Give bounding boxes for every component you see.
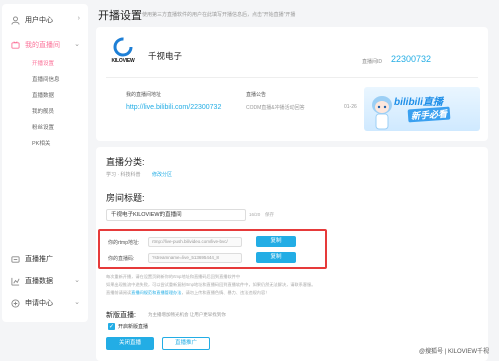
note-rules-prefix: 直播前请阅读 xyxy=(106,290,132,295)
checkbox-label: 开启新版直播 xyxy=(118,324,149,330)
chevron-down-icon: ⌄ xyxy=(74,277,80,284)
sidebar-item-pk[interactable]: PK相关 xyxy=(2,136,88,152)
user-icon xyxy=(10,15,20,25)
close-live-button[interactable]: 关闭直播 xyxy=(106,337,154,350)
sidebar-group-my-live-room[interactable]: 我的直播间 ⌄ xyxy=(2,34,88,56)
rtmp-address-field[interactable]: rtmp://live-push.bilivideo.com/live-bvc/ xyxy=(148,237,242,247)
copy-key-button[interactable]: 复制 xyxy=(256,252,296,263)
logo-text: KILOVIEW xyxy=(111,57,135,64)
notice-label: 直播公告 xyxy=(246,92,267,98)
notice-date: 01-26 xyxy=(344,104,357,110)
watermark: @搜狐号 | KILOVIEW千视 xyxy=(419,349,489,355)
newbie-guide-banner[interactable]: bilibili直播 新手必看 xyxy=(364,87,480,131)
divider xyxy=(106,77,478,78)
note-refresh: 每次重新开播，请在设置页刷新你的rtmp地址和直播码后回到直播软件中 xyxy=(106,274,241,279)
apply-icon xyxy=(10,298,20,308)
room-info-card: KILOVIEW 千视电子 直播间ID 22300732 我的直播间地址 htt… xyxy=(96,27,488,141)
sidebar-item-fan-settings[interactable]: 粉丝设置 xyxy=(2,120,88,136)
title-char-count: 16/20 xyxy=(249,212,261,217)
note-rules-suffix: ，请勿上传和直播色情、暴力、违法违规内容！ xyxy=(181,290,270,295)
sidebar-group-promotion[interactable]: 直播推广 xyxy=(2,248,88,270)
kiloview-logo-icon xyxy=(113,37,133,56)
room-id-label: 直播间ID xyxy=(362,59,383,65)
new-live-description: 为主播增加畅光机会 让用户更早找到你 xyxy=(148,312,226,317)
sidebar-item-my-crew[interactable]: 我的舰员 xyxy=(2,104,88,120)
room-id: 22300732 xyxy=(391,54,432,64)
live-room-icon xyxy=(10,40,20,50)
sidebar-group-label: 我的直播间 xyxy=(25,42,60,49)
chevron-right-icon: › xyxy=(77,15,80,22)
sidebar: 用户中心 › 我的直播间 ⌄ 开播设置 直播间信息 直播数据 我的舰员 粉丝设置… xyxy=(2,4,88,357)
save-title-link[interactable]: 保存 xyxy=(265,212,274,218)
chevron-down-icon: ⌄ xyxy=(74,41,80,48)
room-address-label: 我的直播间地址 xyxy=(126,92,162,98)
sidebar-bottom-card: 直播推广 直播数据 ⌄ 申请中心 ⌄ xyxy=(2,246,88,322)
chevron-down-icon: ⌄ xyxy=(74,299,80,306)
main-content: 开播设置 使用第三方直播软件的用户在此填写开播信息后，点击“开始直播”开播 KI… xyxy=(96,0,496,361)
sidebar-item-stream-settings[interactable]: 开播设置 xyxy=(2,56,88,72)
sidebar-group-user-center[interactable]: 用户中心 › xyxy=(2,9,88,31)
note-fail: 如果出现推流中途失败，可以尝试重新复制rtmp地址和直播码回到直播软件中，如果仍… xyxy=(106,282,316,287)
notice-value: CODM直播&冲播活动回答 xyxy=(246,105,305,111)
highlight-box: 你的rtmp地址: rtmp://live-push.bilivideo.com… xyxy=(98,229,327,269)
copy-rtmp-button[interactable]: 复制 xyxy=(256,236,296,247)
room-title-input[interactable]: 千视电子KILOVIEW的直播间 xyxy=(106,209,246,221)
stream-key-label: 你的直播码: xyxy=(108,256,135,262)
sidebar-item-live-data[interactable]: 直播数据 xyxy=(2,88,88,104)
stream-key-field[interactable]: ?streamname=live_513695444_8 xyxy=(148,253,242,263)
sidebar-group-label: 直播推广 xyxy=(25,256,53,263)
checkbox-checked-icon[interactable]: ✓ xyxy=(108,323,115,330)
data-icon xyxy=(10,276,20,286)
mascot-icon xyxy=(372,96,392,130)
sidebar-group-label: 用户中心 xyxy=(25,17,53,24)
change-category-link[interactable]: 修改分区 xyxy=(152,171,172,178)
live-promotion-button[interactable]: 直播推广 xyxy=(162,337,210,350)
room-address-link[interactable]: http://live.bilibili.com/22300732 xyxy=(126,104,221,111)
sidebar-group-apply[interactable]: 申请中心 ⌄ xyxy=(2,292,88,314)
rules-link[interactable]: 直播间规范和直播管理办法 xyxy=(131,290,181,295)
rtmp-label: 你的rtmp地址: xyxy=(108,240,140,246)
page-description: 使用第三方直播软件的用户在此填写开播信息后，点击“开始直播”开播 xyxy=(142,12,296,18)
sidebar-item-room-info[interactable]: 直播间信息 xyxy=(2,72,88,88)
note-rules: 直播前请阅读直播间规范和直播管理办法，请勿上传和直播色情、暴力、违法违规内容！ xyxy=(106,290,269,296)
room-logo: KILOVIEW xyxy=(106,33,140,67)
stream-settings-card: 直播分类: 学习 · 科技科普 修改分区 房间标题: 千视电子KILOVIEW的… xyxy=(96,147,488,361)
banner-subtitle: 新手必看 xyxy=(407,106,451,123)
category-title: 直播分类: xyxy=(106,157,145,167)
sidebar-group-data[interactable]: 直播数据 ⌄ xyxy=(2,270,88,292)
room-name: 千视电子 xyxy=(148,51,183,61)
page-title: 开播设置 xyxy=(98,10,142,22)
new-live-toggle[interactable]: ✓ 开启新版直播 xyxy=(108,323,148,330)
sidebar-group-label: 申请中心 xyxy=(25,300,53,307)
promotion-icon xyxy=(10,254,20,264)
banner-title: bilibili直播 xyxy=(394,97,443,108)
room-title-label: 房间标题: xyxy=(106,193,145,203)
category-value: 学习 · 科技科普 xyxy=(106,172,141,178)
new-live-title: 新版直播: xyxy=(106,312,136,319)
sidebar-group-label: 直播数据 xyxy=(25,278,53,285)
